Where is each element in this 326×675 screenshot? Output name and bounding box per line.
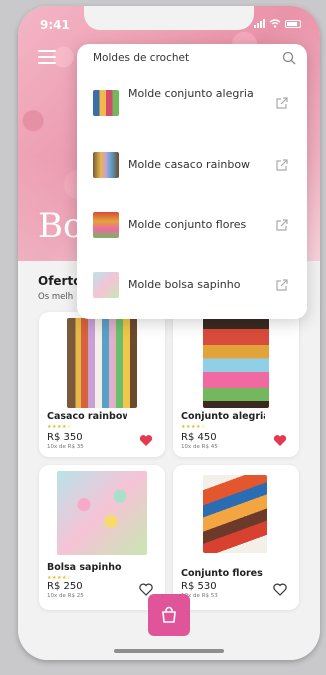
shopping-bag-icon [162,606,176,623]
product-installments: 10x de R$ 45 [181,444,218,450]
external-link-icon[interactable] [275,278,289,292]
result-thumbnail [93,90,119,116]
result-thumbnail [93,272,119,298]
search-result[interactable]: Molde conjunto alegria [93,86,299,126]
result-thumbnail [93,212,119,238]
section-title: Oferto [38,274,82,288]
search-input[interactable]: Moldes de crochet [93,52,189,64]
product-image [67,318,137,408]
search-result[interactable]: Molde conjunto flores [93,210,299,250]
home-indicator [114,649,224,653]
product-name: Conjunto alegria [181,411,265,422]
status-icons [254,19,301,28]
search-icon[interactable] [282,51,296,65]
external-link-icon[interactable] [275,96,289,110]
search-result[interactable]: Molde casaco rainbow [93,150,299,190]
product-price: R$ 250 [47,581,83,592]
heart-icon[interactable] [273,583,287,596]
device-notch [84,6,254,30]
external-link-icon[interactable] [275,218,289,232]
product-rating: ★★★★☆ [47,424,72,430]
result-label: Molde casaco rainbow [128,158,251,171]
result-label: Molde conjunto flores [128,218,247,231]
heart-icon[interactable] [273,434,287,447]
product-installments: 10x de R$ 25 [47,593,84,599]
wifi-icon [269,19,281,28]
status-time: 9:41 [40,18,70,32]
product-card[interactable]: Conjunto flores R$ 530 10x de R$ 53 [173,465,299,610]
section-subtitle: Os melh [38,292,74,302]
product-image [203,475,267,553]
product-card[interactable]: Casaco rainbow ★★★★☆ R$ 350 10x de R$ 35 [39,312,165,457]
result-label: Molde bolsa sapinho [128,278,241,291]
product-price: R$ 350 [47,432,83,443]
product-name: Bolsa sapinho [47,562,122,573]
product-card[interactable]: Conjunto alegria ★★★★☆ R$ 450 10x de R$ … [173,312,299,457]
product-rating: ★★★★☆ [181,424,206,430]
result-label: Molde conjunto alegria [128,87,254,100]
product-name: Casaco rainbow [47,411,127,422]
product-image [203,318,269,408]
product-installments: 10x de R$ 35 [47,444,84,450]
search-result[interactable]: Molde bolsa sapinho [93,270,299,310]
heart-icon[interactable] [139,434,153,447]
product-name: Conjunto flores [181,568,263,579]
external-link-icon[interactable] [275,158,289,172]
cart-button[interactable] [148,594,190,636]
search-dropdown: Moldes de crochet Molde conjunto alegria… [77,44,307,319]
product-price: R$ 450 [181,432,217,443]
battery-icon [285,19,301,28]
product-price: R$ 530 [181,581,217,592]
result-thumbnail [93,152,119,178]
product-image [57,471,147,555]
menu-icon[interactable] [38,50,56,64]
product-card[interactable]: Bolsa sapinho ★★★★☆ R$ 250 10x de R$ 25 [39,465,165,610]
signal-icon [254,19,265,28]
